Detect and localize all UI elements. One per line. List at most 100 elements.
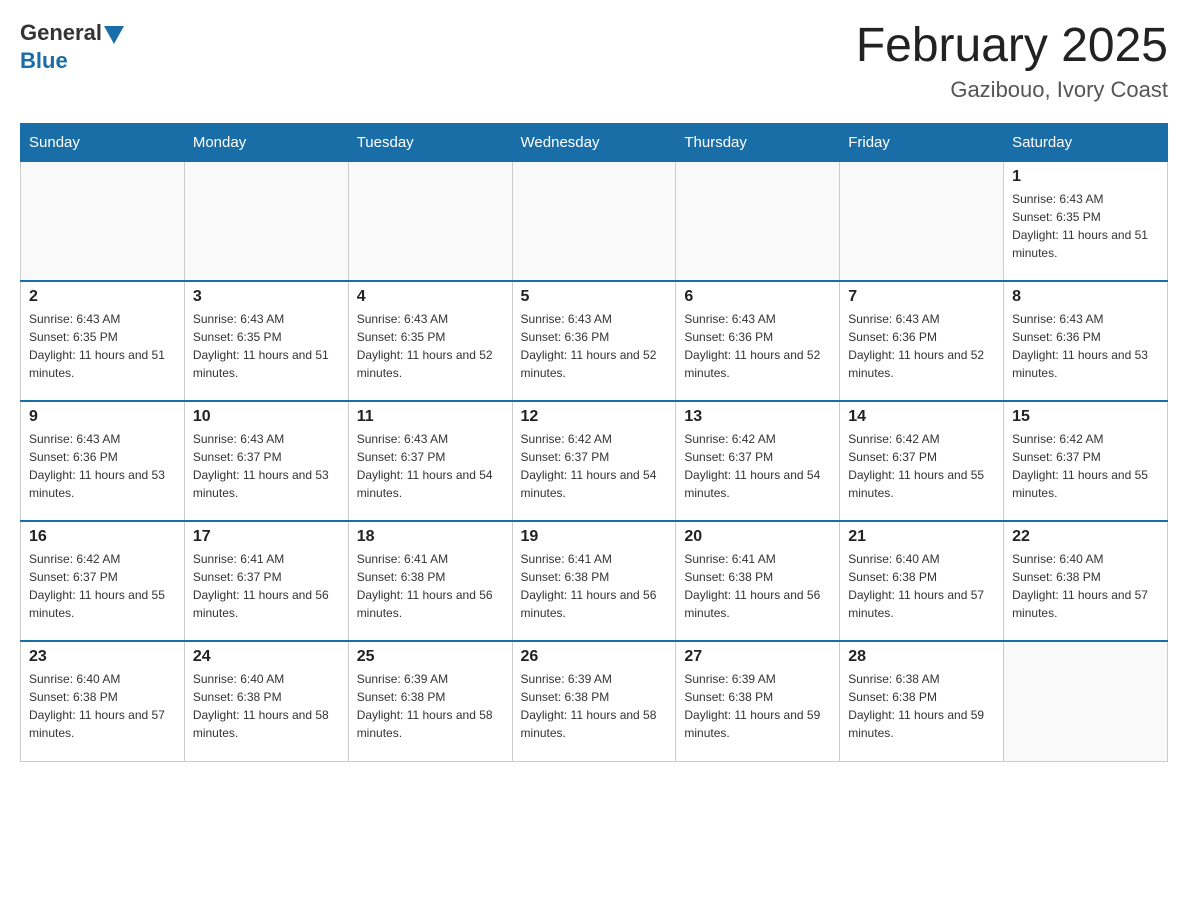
day-sun-info: Sunrise: 6:42 AMSunset: 6:37 PMDaylight:… <box>1012 430 1159 502</box>
calendar-cell: 10Sunrise: 6:43 AMSunset: 6:37 PMDayligh… <box>184 401 348 521</box>
day-sun-info: Sunrise: 6:40 AMSunset: 6:38 PMDaylight:… <box>193 670 340 742</box>
day-sun-info: Sunrise: 6:43 AMSunset: 6:36 PMDaylight:… <box>1012 310 1159 382</box>
day-number: 4 <box>357 288 504 306</box>
logo: General Blue <box>20 20 124 74</box>
day-sun-info: Sunrise: 6:39 AMSunset: 6:38 PMDaylight:… <box>684 670 831 742</box>
calendar-cell: 25 Sunrise: 6:39 AMSunset: 6:38 PMDayligh… <box>348 641 512 761</box>
page-header: General Blue February 2025 Gazibouo, Ivo… <box>20 20 1168 103</box>
calendar-cell: 18 Sunrise: 6:41 AMSunset: 6:38 PMDayligh… <box>348 521 512 641</box>
day-sun-info: Sunrise: 6:43 AMSunset: 6:35 PMDaylight:… <box>1012 190 1159 262</box>
day-number: 8 <box>1012 288 1159 306</box>
calendar-cell <box>512 161 676 281</box>
day-number: 2 <box>29 288 176 306</box>
title-block: February 2025 Gazibouo, Ivory Coast <box>856 20 1168 103</box>
calendar-cell: 19 Sunrise: 6:41 AMSunset: 6:38 PMDayligh… <box>512 521 676 641</box>
day-number: 10 <box>193 408 340 426</box>
calendar-week-row-2: 2 Sunrise: 6:43 AMSunset: 6:35 PMDaylight… <box>21 281 1168 401</box>
day-sun-info: Sunrise: 6:40 AMSunset: 6:38 PMDaylight:… <box>1012 550 1159 622</box>
calendar-cell: 28 Sunrise: 6:38 AMSunset: 6:38 PMDayligh… <box>840 641 1004 761</box>
calendar-table: SundayMondayTuesdayWednesdayThursdayFrid… <box>20 123 1168 762</box>
day-sun-info: Sunrise: 6:43 AMSunset: 6:35 PMDaylight:… <box>29 310 176 382</box>
day-number: 3 <box>193 288 340 306</box>
weekday-header-wednesday: Wednesday <box>512 123 676 161</box>
day-number: 27 <box>684 648 831 666</box>
calendar-cell: 17 Sunrise: 6:41 AMSunset: 6:37 PMDayligh… <box>184 521 348 641</box>
day-sun-info: Sunrise: 6:40 AMSunset: 6:38 PMDaylight:… <box>29 670 176 742</box>
day-number: 24 <box>193 648 340 666</box>
calendar-cell <box>21 161 185 281</box>
day-sun-info: Sunrise: 6:41 AMSunset: 6:37 PMDaylight:… <box>193 550 340 622</box>
day-sun-info: Sunrise: 6:43 AMSunset: 6:35 PMDaylight:… <box>357 310 504 382</box>
day-sun-info: Sunrise: 6:42 AMSunset: 6:37 PMDaylight:… <box>684 430 831 502</box>
calendar-cell: 7 Sunrise: 6:43 AMSunset: 6:36 PMDaylight… <box>840 281 1004 401</box>
day-number: 25 <box>357 648 504 666</box>
day-number: 19 <box>521 528 668 546</box>
calendar-cell: 9 Sunrise: 6:43 AMSunset: 6:36 PMDaylight… <box>21 401 185 521</box>
calendar-cell <box>348 161 512 281</box>
weekday-header-row: SundayMondayTuesdayWednesdayThursdayFrid… <box>21 123 1168 161</box>
day-sun-info: Sunrise: 6:41 AMSunset: 6:38 PMDaylight:… <box>521 550 668 622</box>
day-number: 1 <box>1012 168 1159 186</box>
calendar-cell: 26 Sunrise: 6:39 AMSunset: 6:38 PMDayligh… <box>512 641 676 761</box>
day-sun-info: Sunrise: 6:43 AMSunset: 6:36 PMDaylight:… <box>521 310 668 382</box>
logo-general-text: General <box>20 20 102 46</box>
day-number: 14 <box>848 408 995 426</box>
day-sun-info: Sunrise: 6:41 AMSunset: 6:38 PMDaylight:… <box>357 550 504 622</box>
day-sun-info: Sunrise: 6:42 AMSunset: 6:37 PMDaylight:… <box>848 430 995 502</box>
day-sun-info: Sunrise: 6:40 AMSunset: 6:38 PMDaylight:… <box>848 550 995 622</box>
calendar-cell <box>184 161 348 281</box>
calendar-cell: 23 Sunrise: 6:40 AMSunset: 6:38 PMDayligh… <box>21 641 185 761</box>
weekday-header-monday: Monday <box>184 123 348 161</box>
day-sun-info: Sunrise: 6:41 AMSunset: 6:38 PMDaylight:… <box>684 550 831 622</box>
calendar-cell <box>1004 641 1168 761</box>
day-number: 15 <box>1012 408 1159 426</box>
calendar-cell <box>840 161 1004 281</box>
day-number: 6 <box>684 288 831 306</box>
day-number: 23 <box>29 648 176 666</box>
month-title: February 2025 <box>856 20 1168 73</box>
day-sun-info: Sunrise: 6:43 AMSunset: 6:36 PMDaylight:… <box>848 310 995 382</box>
day-sun-info: Sunrise: 6:42 AMSunset: 6:37 PMDaylight:… <box>521 430 668 502</box>
day-sun-info: Sunrise: 6:39 AMSunset: 6:38 PMDaylight:… <box>521 670 668 742</box>
day-number: 13 <box>684 408 831 426</box>
calendar-week-row-3: 9 Sunrise: 6:43 AMSunset: 6:36 PMDaylight… <box>21 401 1168 521</box>
location-title: Gazibouo, Ivory Coast <box>856 77 1168 103</box>
day-number: 7 <box>848 288 995 306</box>
day-number: 11 <box>357 408 504 426</box>
day-sun-info: Sunrise: 6:43 AMSunset: 6:36 PMDaylight:… <box>29 430 176 502</box>
day-number: 21 <box>848 528 995 546</box>
calendar-cell: 2 Sunrise: 6:43 AMSunset: 6:35 PMDaylight… <box>21 281 185 401</box>
calendar-cell: 3 Sunrise: 6:43 AMSunset: 6:35 PMDaylight… <box>184 281 348 401</box>
day-number: 22 <box>1012 528 1159 546</box>
calendar-cell: 27 Sunrise: 6:39 AMSunset: 6:38 PMDayligh… <box>676 641 840 761</box>
calendar-cell: 4 Sunrise: 6:43 AMSunset: 6:35 PMDaylight… <box>348 281 512 401</box>
day-number: 12 <box>521 408 668 426</box>
day-sun-info: Sunrise: 6:39 AMSunset: 6:38 PMDaylight:… <box>357 670 504 742</box>
calendar-cell: 8 Sunrise: 6:43 AMSunset: 6:36 PMDaylight… <box>1004 281 1168 401</box>
day-number: 26 <box>521 648 668 666</box>
day-number: 17 <box>193 528 340 546</box>
calendar-cell: 20Sunrise: 6:41 AMSunset: 6:38 PMDayligh… <box>676 521 840 641</box>
day-number: 16 <box>29 528 176 546</box>
calendar-cell: 16 Sunrise: 6:42 AMSunset: 6:37 PMDayligh… <box>21 521 185 641</box>
weekday-header-sunday: Sunday <box>21 123 185 161</box>
day-sun-info: Sunrise: 6:43 AMSunset: 6:35 PMDaylight:… <box>193 310 340 382</box>
day-sun-info: Sunrise: 6:43 AMSunset: 6:36 PMDaylight:… <box>684 310 831 382</box>
weekday-header-tuesday: Tuesday <box>348 123 512 161</box>
day-sun-info: Sunrise: 6:38 AMSunset: 6:38 PMDaylight:… <box>848 670 995 742</box>
day-number: 28 <box>848 648 995 666</box>
calendar-cell: 1 Sunrise: 6:43 AMSunset: 6:35 PMDaylight… <box>1004 161 1168 281</box>
logo-blue-text: Blue <box>20 48 68 74</box>
day-number: 18 <box>357 528 504 546</box>
calendar-cell: 21 Sunrise: 6:40 AMSunset: 6:38 PMDayligh… <box>840 521 1004 641</box>
day-number: 9 <box>29 408 176 426</box>
day-sun-info: Sunrise: 6:43 AMSunset: 6:37 PMDaylight:… <box>357 430 504 502</box>
calendar-cell <box>676 161 840 281</box>
calendar-cell: 5Sunrise: 6:43 AMSunset: 6:36 PMDaylight… <box>512 281 676 401</box>
day-sun-info: Sunrise: 6:42 AMSunset: 6:37 PMDaylight:… <box>29 550 176 622</box>
weekday-header-thursday: Thursday <box>676 123 840 161</box>
calendar-week-row-4: 16 Sunrise: 6:42 AMSunset: 6:37 PMDayligh… <box>21 521 1168 641</box>
weekday-header-saturday: Saturday <box>1004 123 1168 161</box>
calendar-cell: 22 Sunrise: 6:40 AMSunset: 6:38 PMDayligh… <box>1004 521 1168 641</box>
calendar-cell: 14 Sunrise: 6:42 AMSunset: 6:37 PMDayligh… <box>840 401 1004 521</box>
